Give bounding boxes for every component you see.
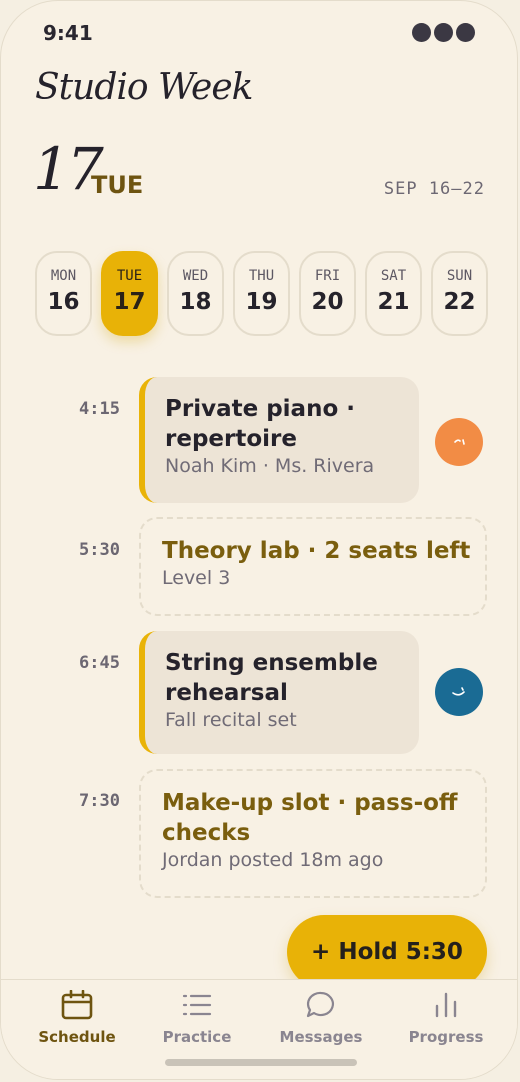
day-name: TUE xyxy=(116,268,143,284)
slot-time: 6:45 xyxy=(79,653,120,673)
slot-title: Make-up slot · pass-off checks xyxy=(162,790,458,846)
day-sun[interactable]: SUN 22 xyxy=(431,251,488,336)
day-number: 17 xyxy=(113,289,146,315)
slot-subtitle: Jordan posted 18m ago xyxy=(162,849,384,871)
slot-subtitle: Level 3 xyxy=(162,567,231,589)
tab-messages[interactable]: Messages xyxy=(266,990,376,1046)
day-sat[interactable]: SAT 21 xyxy=(365,251,422,336)
list-icon xyxy=(182,994,212,1016)
day-thu[interactable]: THU 19 xyxy=(233,251,290,336)
lesson-card-string-ensemble[interactable]: String ensemble rehearsal Fall recital s… xyxy=(139,631,419,754)
day-name: SAT xyxy=(380,268,407,284)
lesson-title: String ensemble rehearsal xyxy=(165,650,378,706)
day-number: 19 xyxy=(245,289,278,315)
status-indicator-dots xyxy=(412,23,475,42)
calendar-icon xyxy=(61,990,93,1020)
bar-chart-icon xyxy=(435,992,457,1018)
day-wed[interactable]: WED 18 xyxy=(167,251,224,336)
tab-practice[interactable]: Practice xyxy=(142,990,252,1046)
slot-time: 7:30 xyxy=(79,791,120,811)
slot-title: Theory lab · 2 seats left xyxy=(162,538,471,564)
tab-label: Progress xyxy=(408,1028,484,1046)
day-number: 21 xyxy=(377,289,410,315)
selected-day-name: TUE xyxy=(91,171,144,199)
lesson-card-private-piano[interactable]: Private piano · repertoire Noah Kim · Ms… xyxy=(139,377,419,503)
day-number: 22 xyxy=(443,289,476,315)
home-indicator xyxy=(165,1059,357,1066)
page-title: Studio Week xyxy=(35,67,253,108)
day-name: SUN xyxy=(446,268,473,284)
open-slot-make-up[interactable]: Make-up slot · pass-off checks Jordan po… xyxy=(139,769,487,898)
tab-label: Messages xyxy=(279,1028,363,1046)
tab-schedule[interactable]: Schedule xyxy=(22,990,132,1046)
chat-bubble-icon xyxy=(306,991,334,1018)
day-mon[interactable]: MON 16 xyxy=(35,251,92,336)
day-name: THU xyxy=(248,268,275,284)
hold-slot-button[interactable]: + Hold 5:30 xyxy=(287,915,487,989)
slot-time: 5:30 xyxy=(79,540,120,560)
day-fri[interactable]: FRI 20 xyxy=(299,251,356,336)
tab-label: Practice xyxy=(162,1028,232,1046)
day-number: 20 xyxy=(311,289,344,315)
week-range: SEP 16–22 xyxy=(383,179,485,199)
day-name: FRI xyxy=(314,268,341,284)
lesson-subtitle: Noah Kim · Ms. Rivera xyxy=(165,455,375,477)
week-strip: MON 16 TUE 17 WED 18 THU 19 FRI 20 SAT 21 SUN 2… xyxy=(35,251,488,336)
lesson-title: Private piano · repertoire xyxy=(165,396,355,452)
day-number: 16 xyxy=(47,289,80,315)
day-number: 18 xyxy=(179,289,212,315)
tab-label: Schedule xyxy=(38,1028,116,1046)
phone-frame: 9:41 Studio Week 17 TUE SEP 16–22 MON 16 … xyxy=(0,0,518,1080)
avatar xyxy=(435,668,483,716)
day-name: WED xyxy=(182,268,209,284)
slot-time: 4:15 xyxy=(79,399,120,419)
day-tue-selected[interactable]: TUE 17 xyxy=(101,251,158,336)
status-bar: 9:41 xyxy=(43,21,475,47)
day-name: MON xyxy=(50,268,77,284)
avatar xyxy=(435,418,483,466)
lesson-subtitle: Fall recital set xyxy=(165,709,297,731)
tab-progress[interactable]: Progress xyxy=(391,990,501,1046)
open-slot-theory-lab[interactable]: Theory lab · 2 seats left Level 3 xyxy=(139,517,487,616)
status-time: 9:41 xyxy=(43,21,93,45)
